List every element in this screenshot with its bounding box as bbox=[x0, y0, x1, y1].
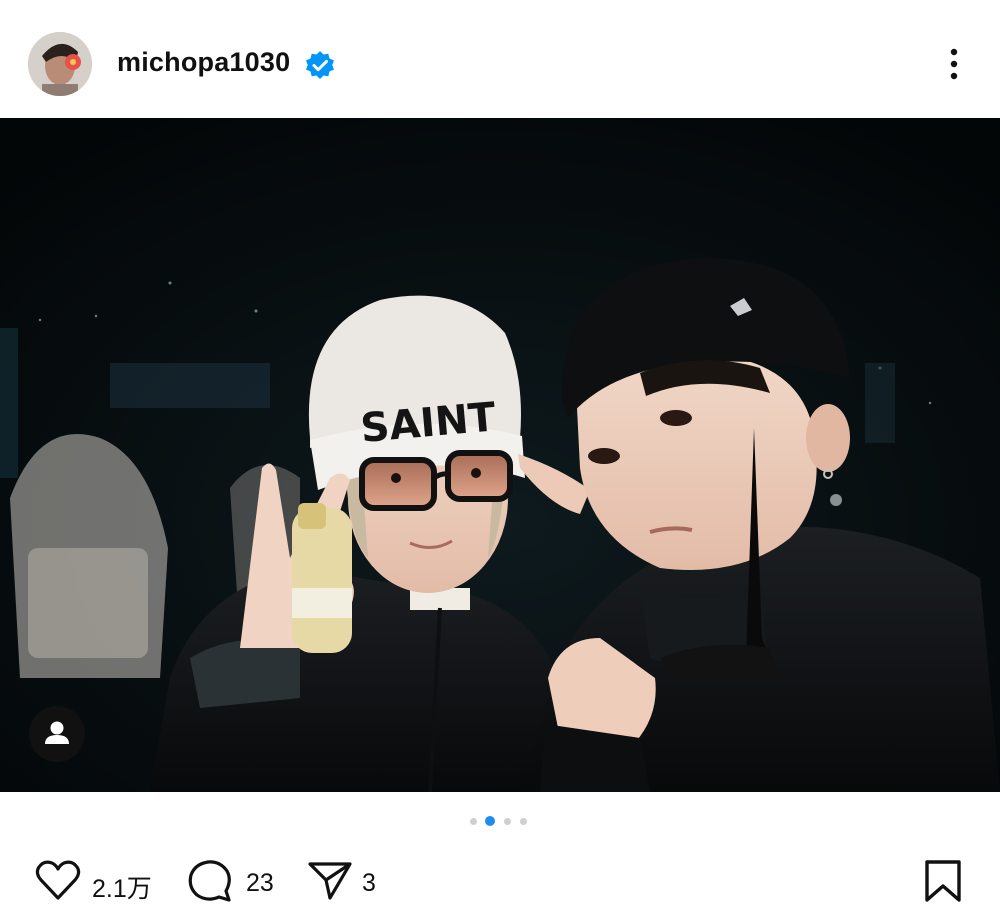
comment-bubble-icon[interactable] bbox=[186, 858, 234, 904]
post-photo[interactable]: SAINT bbox=[0, 118, 1000, 792]
carousel-dot-active bbox=[485, 816, 495, 826]
heart-icon[interactable] bbox=[34, 858, 82, 902]
post-header: michopa1030 bbox=[0, 0, 1000, 118]
photo-illustration: SAINT bbox=[0, 118, 1000, 792]
shares-count[interactable]: 3 bbox=[362, 869, 376, 898]
more-vertical-icon[interactable] bbox=[938, 44, 970, 88]
bookmark-icon[interactable] bbox=[922, 858, 964, 904]
carousel-dot bbox=[520, 818, 527, 825]
username[interactable]: michopa1030 bbox=[117, 47, 290, 78]
user-tag-icon bbox=[45, 721, 69, 744]
comments-count[interactable]: 23 bbox=[246, 869, 274, 898]
action-bar: 2.1万 23 3 bbox=[0, 850, 1000, 920]
likes-count[interactable]: 2.1万 bbox=[92, 869, 152, 905]
verified-badge-icon bbox=[306, 51, 334, 79]
avatar-image bbox=[28, 32, 92, 96]
carousel-indicator bbox=[468, 816, 538, 828]
send-icon[interactable] bbox=[306, 858, 354, 902]
tag-people-button[interactable] bbox=[29, 706, 85, 762]
carousel-dot bbox=[470, 818, 477, 825]
avatar[interactable] bbox=[28, 32, 92, 96]
carousel-dot bbox=[504, 818, 511, 825]
